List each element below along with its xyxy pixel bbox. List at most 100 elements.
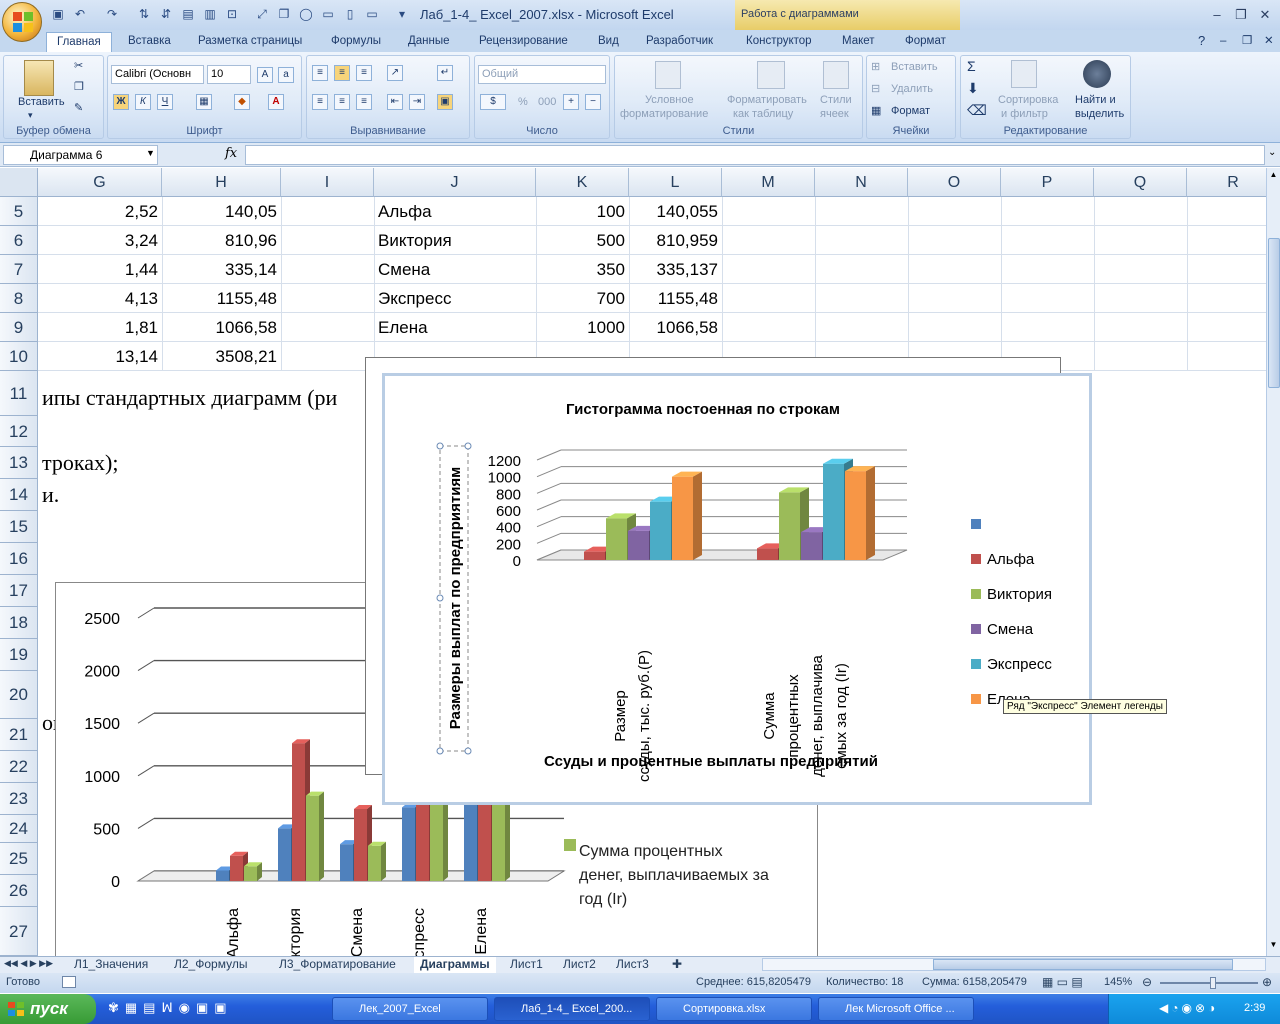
cell-text[interactable]: троках); bbox=[42, 448, 118, 477]
italic-button[interactable]: К bbox=[135, 94, 151, 110]
font-size-field[interactable]: 10 bbox=[207, 65, 251, 84]
decrease-decimal-icon[interactable]: − bbox=[585, 94, 601, 110]
cell-l[interactable]: 140,055 bbox=[629, 197, 722, 226]
row-header[interactable]: 7 bbox=[0, 255, 38, 284]
taskbar-item[interactable]: Лек Microsoft Office ... bbox=[818, 997, 974, 1021]
row-header[interactable]: 6 bbox=[0, 226, 38, 255]
row-header[interactable]: 16 bbox=[0, 543, 38, 575]
cell-styles-button-2[interactable]: ячеек bbox=[820, 108, 849, 120]
row-header[interactable]: 15 bbox=[0, 511, 38, 543]
row-header[interactable]: 19 bbox=[0, 639, 38, 671]
find-select-button[interactable]: Найти и bbox=[1075, 94, 1116, 106]
row-header[interactable]: 27 bbox=[0, 907, 38, 956]
sheet-tab[interactable]: Л1_Значения bbox=[68, 957, 154, 973]
tray-icons[interactable]: ◀◔◉⊗◑ bbox=[1159, 1001, 1218, 1015]
cell-styles-button[interactable]: Стили bbox=[820, 94, 852, 106]
sort-icon[interactable]: ⇅ bbox=[136, 6, 152, 22]
row-header[interactable]: 26 bbox=[0, 875, 38, 907]
cell-l[interactable]: 810,959 bbox=[629, 226, 722, 255]
subtotal-icon[interactable]: ▥ bbox=[202, 6, 218, 22]
format-as-table-button[interactable]: Форматировать bbox=[727, 94, 807, 106]
cell-text[interactable]: ипы стандартных диаграмм (ри bbox=[42, 383, 337, 412]
formula-input[interactable] bbox=[245, 145, 1265, 165]
insert-function-button[interactable]: fx bbox=[225, 146, 237, 161]
new-sheet-icon[interactable]: ✚ bbox=[666, 957, 688, 973]
sheet-tab[interactable]: Лист3 bbox=[610, 957, 655, 973]
cell-h[interactable]: 140,05 bbox=[162, 197, 281, 226]
format-as-table-button-2[interactable]: как таблицу bbox=[733, 108, 793, 120]
borders-icon[interactable]: ▦ bbox=[196, 94, 212, 110]
merge-center-icon[interactable]: ▣ bbox=[437, 94, 453, 110]
shape-icon[interactable]: ▭ bbox=[320, 6, 336, 22]
view-buttons-icon[interactable]: ▦ ▭ ▤ bbox=[1042, 975, 1083, 989]
delete-cells-button[interactable]: Удалить bbox=[891, 83, 933, 95]
expand-formula-icon[interactable]: ⌄ bbox=[1268, 147, 1276, 158]
copy-icon[interactable]: ❐ bbox=[74, 80, 84, 93]
taskbar-item-active[interactable]: Лаб_1-4_ Excel_200... bbox=[494, 997, 650, 1021]
cell-j[interactable]: Альфа bbox=[378, 197, 536, 226]
row-header[interactable]: 9 bbox=[0, 313, 38, 342]
tab-developer[interactable]: Разработчик bbox=[646, 32, 713, 52]
format-painter-icon[interactable]: ✎ bbox=[74, 101, 83, 114]
row-header[interactable]: 22 bbox=[0, 751, 38, 783]
customize-qat-icon[interactable]: ▾ bbox=[394, 6, 410, 22]
row-header[interactable]: 24 bbox=[0, 815, 38, 843]
cell-h[interactable]: 1155,48 bbox=[162, 284, 281, 313]
cell-k[interactable]: 100 bbox=[536, 197, 629, 226]
zoom-icon[interactable]: ⤢ bbox=[254, 6, 270, 22]
cell-j[interactable]: Смена bbox=[378, 255, 536, 284]
align-center-icon[interactable]: ≡ bbox=[334, 94, 350, 110]
zoom-out-icon[interactable]: ⊖ bbox=[1142, 975, 1152, 989]
row-header[interactable]: 18 bbox=[0, 607, 38, 639]
mini-close-icon[interactable]: ✕ bbox=[1264, 32, 1274, 52]
cell-j[interactable]: Виктория bbox=[378, 226, 536, 255]
redo-icon[interactable]: ↷ bbox=[104, 6, 120, 22]
wrap-text-icon[interactable]: ↵ bbox=[437, 65, 453, 81]
mini-minimize-icon[interactable]: – bbox=[1220, 32, 1226, 52]
zoom-level[interactable]: 145% bbox=[1104, 976, 1132, 988]
autosum-icon[interactable]: Σ bbox=[967, 58, 976, 74]
cell-k[interactable]: 350 bbox=[536, 255, 629, 284]
hscroll-thumb[interactable] bbox=[933, 959, 1233, 970]
align-middle-icon[interactable]: ≡ bbox=[334, 65, 350, 81]
sheet-tab[interactable]: Лист1 bbox=[504, 957, 549, 973]
cell-g[interactable]: 1,44 bbox=[38, 255, 162, 284]
font-color-icon[interactable]: A bbox=[268, 94, 284, 110]
zoom-slider-thumb[interactable] bbox=[1210, 977, 1216, 989]
cell-l[interactable]: 1155,48 bbox=[629, 284, 722, 313]
sort-desc-icon[interactable]: ⇵ bbox=[158, 6, 174, 22]
font-name-field[interactable]: Calibri (Основн bbox=[111, 65, 204, 84]
name-box[interactable]: Диаграмма 6 bbox=[3, 145, 158, 165]
cell-k[interactable]: 500 bbox=[536, 226, 629, 255]
increase-indent-icon[interactable]: ⇥ bbox=[409, 94, 425, 110]
currency-icon[interactable]: $ bbox=[480, 94, 506, 110]
tab-view[interactable]: Вид bbox=[598, 32, 619, 52]
mini-restore-icon[interactable]: ❐ bbox=[1242, 32, 1252, 52]
row-header[interactable]: 5 bbox=[0, 197, 38, 226]
sort-filter-button[interactable]: Сортировка bbox=[998, 94, 1058, 106]
fill-color-icon[interactable]: ◆ bbox=[234, 94, 250, 110]
increase-decimal-icon[interactable]: + bbox=[563, 94, 579, 110]
cell-h[interactable]: 3508,21 bbox=[162, 342, 281, 371]
vertical-scrollbar[interactable]: ▲ ▼ bbox=[1266, 168, 1280, 956]
cell-h[interactable]: 335,14 bbox=[162, 255, 281, 284]
row-header[interactable]: 13 bbox=[0, 447, 38, 479]
thousands-button[interactable]: 000 bbox=[538, 96, 556, 108]
scroll-up-icon[interactable]: ▲ bbox=[1268, 170, 1279, 182]
camera-icon[interactable]: ◯ bbox=[298, 6, 314, 22]
select-icon[interactable]: ⊡ bbox=[224, 6, 240, 22]
sheet-nav-icon[interactable]: ◀◀ ◀ ▶ ▶▶ bbox=[4, 958, 53, 969]
cell-g[interactable]: 1,81 bbox=[38, 313, 162, 342]
cell-k[interactable]: 700 bbox=[536, 284, 629, 313]
tab-review[interactable]: Рецензирование bbox=[479, 32, 568, 52]
columns-icon[interactable]: ▯ bbox=[342, 6, 358, 22]
fill-icon[interactable]: ⬇ bbox=[967, 80, 979, 97]
paste-icon[interactable] bbox=[24, 60, 54, 96]
row-header[interactable]: 8 bbox=[0, 284, 38, 313]
tab-format[interactable]: Формат bbox=[905, 32, 946, 52]
row-header[interactable]: 11 bbox=[0, 371, 38, 416]
align-top-icon[interactable]: ≡ bbox=[312, 65, 328, 81]
scroll-down-icon[interactable]: ▼ bbox=[1268, 940, 1279, 952]
number-format-field[interactable]: Общий bbox=[478, 65, 606, 84]
underline-button[interactable]: Ч bbox=[157, 94, 173, 110]
